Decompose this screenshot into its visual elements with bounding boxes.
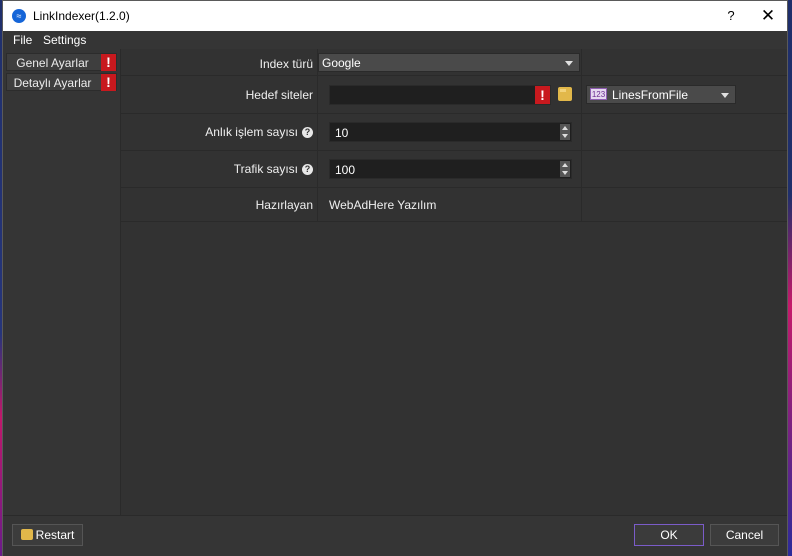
app-window: ≈ LinkIndexer(1.2.0) ? ✕ File Settings G…	[2, 0, 788, 556]
help-button[interactable]: ?	[721, 6, 741, 26]
row-hedef-siteler: Hedef siteler ! 123 LinesFromFile	[121, 76, 787, 114]
folder-icon[interactable]	[558, 87, 572, 101]
sidebar-item-detayli-ayarlar[interactable]: Detaylı Ayarlar !	[6, 73, 117, 91]
restart-button[interactable]: Restart	[12, 524, 83, 546]
label-cell: Anlık işlem sayısı?	[121, 114, 317, 150]
help-icon[interactable]: ?	[302, 127, 313, 139]
sidebar: Genel Ayarlar ! Detaylı Ayarlar !	[3, 49, 121, 515]
label-cell: Hedef siteler	[121, 76, 317, 113]
trafik-label-group: Trafik sayısı?	[234, 162, 313, 176]
label-cell: Trafik sayısı?	[121, 151, 317, 187]
sidebar-item-genel-ayarlar[interactable]: Genel Ayarlar !	[6, 53, 117, 71]
warning-icon: !	[101, 54, 116, 71]
label-cell: Hazırlayan	[121, 188, 317, 221]
source-type-value: LinesFromFile	[612, 88, 689, 102]
cancel-button[interactable]: Cancel	[710, 524, 779, 546]
row-index-turu: Index türü Google	[121, 49, 787, 76]
anlik-islem-spinbox[interactable]: 10	[329, 122, 572, 142]
menu-settings[interactable]: Settings	[43, 33, 86, 47]
menu-file[interactable]: File	[13, 33, 32, 47]
warning-icon: !	[535, 86, 550, 104]
source-type-select[interactable]: 123 LinesFromFile	[586, 85, 736, 104]
row-anlik-islem: Anlık işlem sayısı? 10	[121, 114, 787, 151]
spin-up-icon[interactable]	[560, 124, 570, 132]
app-logo-icon: ≈	[12, 9, 26, 23]
trafik-spinbox[interactable]: 100	[329, 159, 572, 179]
spin-down-icon[interactable]	[560, 169, 570, 177]
chevron-down-icon	[565, 61, 573, 66]
spin-buttons[interactable]	[560, 124, 570, 140]
numbers-icon: 123	[590, 88, 607, 100]
anlik-islem-label: Anlık işlem sayısı	[205, 125, 298, 139]
hazirlayan-value: WebAdHere Yazılım	[329, 198, 437, 212]
restart-icon	[20, 529, 33, 541]
anlik-islem-label-group: Anlık işlem sayısı?	[205, 125, 313, 139]
window-title: LinkIndexer(1.2.0)	[33, 9, 130, 23]
spin-buttons[interactable]	[560, 161, 570, 177]
sidebar-item-label: Detaylı Ayarlar	[13, 76, 92, 90]
help-icon[interactable]: ?	[302, 164, 313, 176]
anlik-islem-value: 10	[335, 126, 349, 140]
hazirlayan-label: Hazırlayan	[255, 198, 313, 212]
bottom-bar: Restart OK Cancel	[3, 515, 787, 556]
ok-button[interactable]: OK	[634, 524, 704, 546]
index-turu-label: Index türü	[259, 57, 313, 71]
row-hazirlayan: Hazırlayan WebAdHere Yazılım	[121, 188, 787, 222]
property-grid: Index türü Google Hedef siteler ! 123 Li…	[121, 49, 787, 515]
trafik-label: Trafik sayısı	[233, 162, 298, 176]
hedef-siteler-input[interactable]	[329, 85, 551, 105]
restart-label: Restart	[35, 528, 75, 542]
hedef-siteler-label: Hedef siteler	[245, 88, 313, 102]
index-turu-select[interactable]: Google	[318, 53, 580, 72]
sidebar-item-label: Genel Ayarlar	[16, 56, 89, 70]
index-turu-value: Google	[322, 56, 361, 70]
label-cell: Index türü	[121, 49, 317, 75]
spin-down-icon[interactable]	[560, 132, 570, 140]
title-bar: ≈ LinkIndexer(1.2.0) ? ✕	[3, 1, 787, 31]
warning-icon: !	[101, 74, 116, 91]
chevron-down-icon	[721, 93, 729, 98]
menu-bar: File Settings	[3, 31, 787, 49]
trafik-value: 100	[335, 163, 356, 177]
close-button[interactable]: ✕	[757, 5, 779, 27]
column-divider	[317, 49, 318, 222]
row-trafik: Trafik sayısı? 100	[121, 151, 787, 188]
spin-up-icon[interactable]	[560, 161, 570, 169]
column-divider	[581, 49, 582, 222]
